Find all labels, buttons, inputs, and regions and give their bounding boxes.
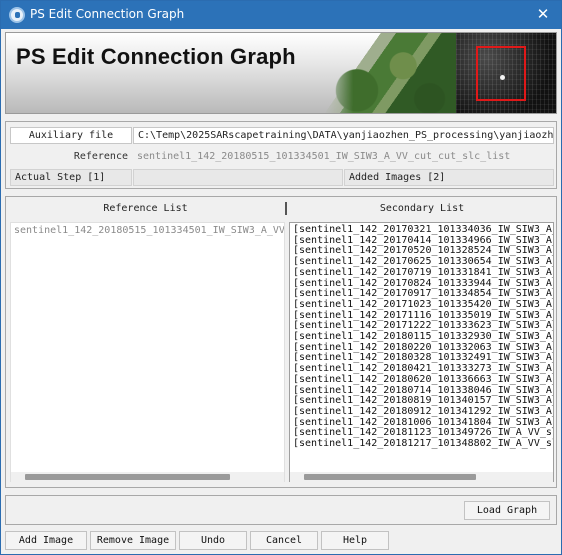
secondary-list-header: Secondary List	[379, 203, 465, 214]
add-image-button[interactable]: Add Image	[5, 531, 87, 550]
aerial-image	[324, 33, 456, 113]
dialog-window: PS Edit Connection Graph ✕ PS Edit Conne…	[0, 0, 562, 555]
window-title: PS Edit Connection Graph	[30, 7, 185, 21]
auxiliary-file-label: Auxiliary file	[10, 127, 132, 144]
reference-list-header: Reference List	[103, 203, 188, 214]
cancel-button[interactable]: Cancel	[250, 531, 318, 550]
info-panel: Auxiliary file C:\Temp\2025SARscapetrain…	[5, 121, 557, 189]
actual-step-field	[133, 169, 343, 186]
remove-image-button[interactable]: Remove Image	[90, 531, 176, 550]
secondary-list-item[interactable]: [sentinel1_142_20180620_101336663_IW_SIW…	[290, 374, 553, 386]
reference-value: sentinel1_142_20180515_101334501_IW_SIW3…	[137, 151, 511, 162]
reference-scroll-thumb[interactable]	[25, 474, 230, 480]
sar-bright-target	[500, 75, 505, 80]
header-banner: PS Edit Connection Graph	[5, 32, 557, 114]
reference-list-item[interactable]: sentinel1_142_20180515_101334501_IW_SIW3…	[11, 225, 284, 237]
actual-step-label: Actual Step [1]	[10, 169, 132, 186]
reference-list-scrollbar[interactable]	[11, 472, 284, 482]
column-divider[interactable]	[285, 202, 287, 215]
globe-app-icon	[9, 7, 25, 23]
load-graph-button[interactable]: Load Graph	[464, 501, 550, 520]
secondary-list-item[interactable]: [sentinel1_142_20181217_101348802_IW_A_V…	[290, 438, 553, 450]
auxiliary-file-path[interactable]: C:\Temp\2025SARscapetraining\DATA\yanjia…	[133, 127, 554, 144]
reference-label: Reference	[73, 151, 128, 162]
added-images-label: Added Images [2]	[344, 169, 554, 186]
undo-button[interactable]: Undo	[179, 531, 247, 550]
reference-list[interactable]: sentinel1_142_20180515_101334501_IW_SIW3…	[10, 222, 285, 482]
title-bar[interactable]: PS Edit Connection Graph ✕	[1, 1, 561, 29]
secondary-list-scrollbar[interactable]	[290, 472, 553, 482]
load-graph-bar: Load Graph	[5, 495, 557, 525]
secondary-list-item[interactable]: [sentinel1_142_20170719_101331841_IW_SIW…	[290, 267, 553, 279]
secondary-scroll-thumb[interactable]	[304, 474, 476, 480]
secondary-list[interactable]: [sentinel1_142_20170321_101334036_IW_SIW…	[289, 222, 554, 482]
help-button[interactable]: Help	[321, 531, 389, 550]
close-icon[interactable]: ✕	[525, 1, 561, 29]
lists-panel: Reference List Secondary List sentinel1_…	[5, 196, 557, 488]
sar-highlight-box	[476, 46, 526, 101]
banner-heading: PS Edit Connection Graph	[16, 44, 296, 69]
